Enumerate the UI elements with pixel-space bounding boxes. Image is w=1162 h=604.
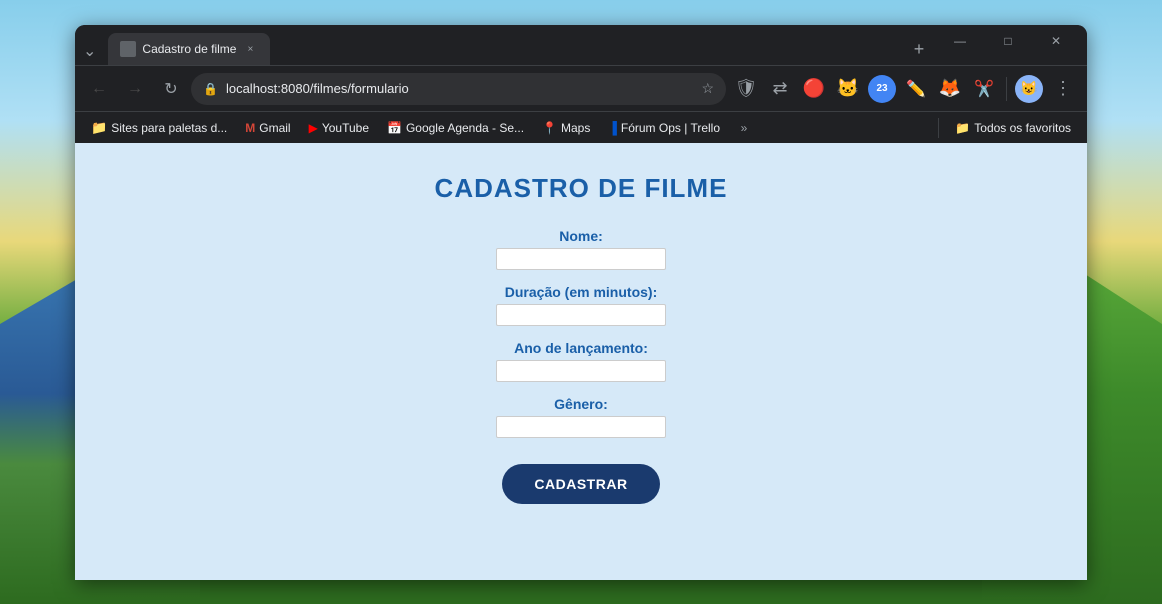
pokemon-extension-icon[interactable]: 🐱	[832, 73, 864, 105]
maps-icon: 📍	[542, 121, 557, 135]
toolbar-icons: 🛡 ⇄ 🔴 🐱 23 ✏️ 🦊 ✂️ 😺 ⋮	[730, 73, 1079, 105]
close-button[interactable]: ✕	[1033, 25, 1079, 57]
all-favorites-label: Todos os favoritos	[974, 121, 1071, 135]
label-ano: Ano de lançamento:	[514, 340, 648, 356]
security-icon: 🔒	[203, 82, 218, 96]
minimize-button[interactable]: —	[937, 25, 983, 57]
tab-group: Cadastro de filme ×	[108, 33, 901, 65]
all-favorites-button[interactable]: 📁 Todos os favoritos	[947, 117, 1079, 139]
url-text: localhost:8080/filmes/formulario	[226, 81, 693, 96]
red-extension-icon[interactable]: 🔴	[798, 73, 830, 105]
input-duracao[interactable]	[496, 304, 666, 326]
bookmark-maps[interactable]: 📍 Maps	[534, 117, 598, 139]
bookmark-maps-label: Maps	[561, 121, 590, 135]
field-ano: Ano de lançamento:	[496, 340, 666, 382]
toolbar-divider	[1006, 77, 1007, 101]
tab-favicon	[120, 41, 136, 57]
bookmark-agenda-label: Google Agenda - Se...	[406, 121, 524, 135]
field-genero: Gênero:	[496, 396, 666, 438]
label-nome: Nome:	[559, 228, 603, 244]
active-tab[interactable]: Cadastro de filme ×	[108, 33, 270, 65]
bookmark-star-icon[interactable]: ☆	[701, 80, 714, 97]
trello-icon: ▐	[608, 121, 617, 135]
window-controls: — □ ✕	[937, 25, 1079, 57]
favorites-folder-icon: 📁	[955, 121, 970, 135]
bookmark-paletas-label: Sites para paletas d...	[111, 121, 227, 135]
toolbar: ← → ↻ 🔒 localhost:8080/filmes/formulario…	[75, 65, 1087, 111]
vpn-extension-icon[interactable]: 🛡	[730, 73, 762, 105]
cat-extension-icon[interactable]: 🦊	[934, 73, 966, 105]
registration-form: Nome: Duração (em minutos): Ano de lança…	[95, 228, 1067, 504]
calendar-extension-icon[interactable]: 23	[866, 73, 898, 105]
youtube-icon: ▶	[309, 121, 318, 135]
new-tab-button[interactable]: +	[905, 35, 933, 63]
crop-extension-icon[interactable]: ✂️	[968, 73, 1000, 105]
tab-bar: ⌄ Cadastro de filme × + — □ ✕	[75, 25, 1087, 65]
bookmarks-right: 📁 Todos os favoritos	[934, 117, 1079, 139]
bookmark-paletas[interactable]: 📁 Sites para paletas d...	[83, 116, 235, 140]
maximize-button[interactable]: □	[985, 25, 1031, 57]
label-genero: Gênero:	[554, 396, 608, 412]
folder-icon: 📁	[91, 120, 107, 136]
bookmark-youtube-label: YouTube	[322, 121, 369, 135]
input-nome[interactable]	[496, 248, 666, 270]
page-content: CADASTRO DE FILME Nome: Duração (em minu…	[75, 143, 1087, 580]
bookmarks-bar: 📁 Sites para paletas d... M Gmail ▶ YouT…	[75, 111, 1087, 143]
bookmarks-divider	[938, 118, 939, 138]
tab-title: Cadastro de filme	[142, 42, 236, 56]
more-bookmarks-button[interactable]: »	[730, 117, 758, 139]
bookmark-trello-label: Fórum Ops | Trello	[621, 121, 720, 135]
bookmark-youtube[interactable]: ▶ YouTube	[301, 117, 377, 139]
forward-button[interactable]: →	[119, 73, 151, 105]
input-ano[interactable]	[496, 360, 666, 382]
back-button[interactable]: ←	[83, 73, 115, 105]
profile-avatar: 😺	[1015, 75, 1043, 103]
browser-window: ⌄ Cadastro de filme × + — □ ✕ ← → ↻	[75, 25, 1087, 580]
page-title: CADASTRO DE FILME	[435, 173, 728, 204]
tab-close-button[interactable]: ×	[242, 41, 258, 57]
tab-strip-toggle[interactable]: ⌄	[83, 41, 96, 61]
bookmark-gmail[interactable]: M Gmail	[237, 117, 298, 139]
translate-extension-icon[interactable]: ⇄	[764, 73, 796, 105]
bookmark-gmail-label: Gmail	[259, 121, 290, 135]
field-nome: Nome:	[496, 228, 666, 270]
label-duracao: Duração (em minutos):	[505, 284, 657, 300]
gmail-icon: M	[245, 121, 255, 135]
profile-button[interactable]: 😺	[1013, 73, 1045, 105]
input-genero[interactable]	[496, 416, 666, 438]
menu-button[interactable]: ⋮	[1047, 73, 1079, 105]
field-duracao: Duração (em minutos):	[496, 284, 666, 326]
calendar-badge: 23	[868, 75, 896, 103]
pen-extension-icon[interactable]: ✏️	[900, 73, 932, 105]
bookmark-trello[interactable]: ▐ Fórum Ops | Trello	[600, 117, 728, 139]
agenda-icon: 📅	[387, 121, 402, 135]
submit-button[interactable]: CADASTRAR	[502, 464, 659, 504]
bookmark-google-agenda[interactable]: 📅 Google Agenda - Se...	[379, 117, 532, 139]
refresh-button[interactable]: ↻	[155, 73, 187, 105]
tab-bar-left: ⌄	[83, 41, 100, 61]
address-bar[interactable]: 🔒 localhost:8080/filmes/formulario ☆	[191, 73, 726, 105]
